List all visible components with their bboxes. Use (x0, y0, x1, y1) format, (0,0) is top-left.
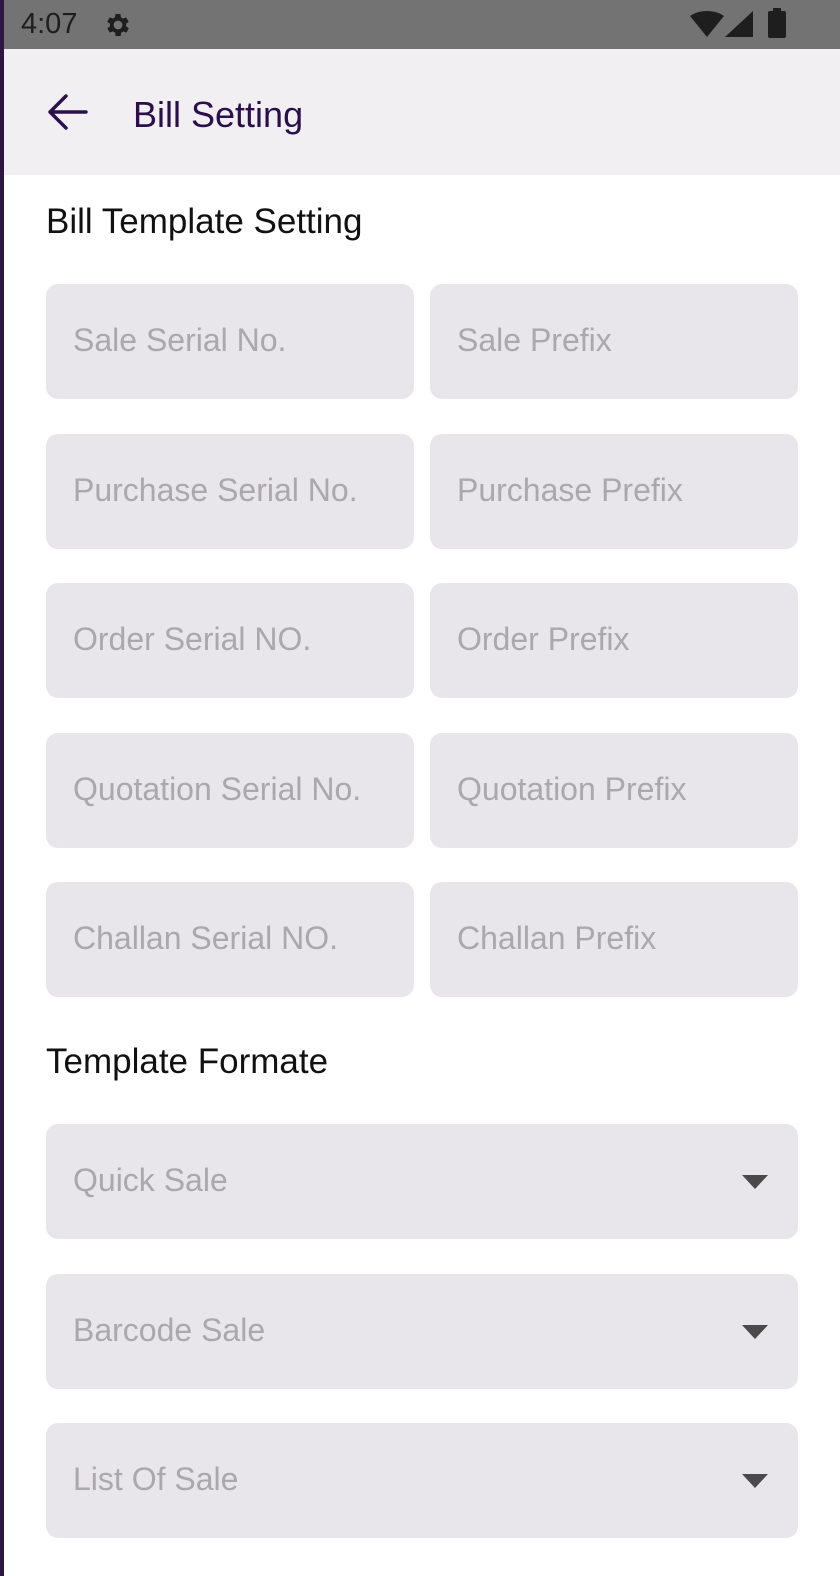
order-serial-input[interactable]: Order Serial NO. (46, 583, 414, 698)
order-prefix-placeholder: Order Prefix (457, 621, 630, 657)
caret-down-icon (742, 1325, 768, 1339)
wifi-icon (690, 11, 724, 37)
template-format-heading: Template Formate (46, 1042, 329, 1081)
bill-template-heading: Bill Template Setting (46, 202, 363, 241)
challan-serial-placeholder: Challan Serial NO. (73, 920, 338, 956)
gear-icon (107, 14, 129, 36)
barcode-sale-dropdown[interactable]: Barcode Sale (46, 1274, 798, 1389)
arrow-left-icon[interactable] (46, 93, 88, 131)
window-edge (0, 0, 4, 1576)
sale-prefix-input[interactable]: Sale Prefix (430, 284, 798, 399)
quotation-serial-input[interactable]: Quotation Serial No. (46, 733, 414, 848)
caret-down-icon (742, 1474, 768, 1488)
challan-prefix-input[interactable]: Challan Prefix (430, 882, 798, 997)
status-time: 4:07 (21, 8, 78, 40)
screen: 4:07 Bill Setting Bill Template Setting … (0, 0, 840, 1576)
purchase-serial-placeholder: Purchase Serial No. (73, 472, 358, 508)
battery-icon (768, 8, 786, 38)
status-bar: 4:07 (4, 0, 840, 49)
app-bar: Bill Setting (4, 49, 840, 175)
order-serial-placeholder: Order Serial NO. (73, 621, 312, 657)
quotation-prefix-placeholder: Quotation Prefix (457, 771, 687, 807)
page-title: Bill Setting (133, 94, 304, 135)
order-prefix-input[interactable]: Order Prefix (430, 583, 798, 698)
challan-serial-input[interactable]: Challan Serial NO. (46, 882, 414, 997)
purchase-prefix-input[interactable]: Purchase Prefix (430, 434, 798, 549)
purchase-serial-input[interactable]: Purchase Serial No. (46, 434, 414, 549)
purchase-prefix-placeholder: Purchase Prefix (457, 472, 683, 508)
caret-down-icon (742, 1175, 768, 1189)
signal-icon (725, 11, 753, 37)
sale-serial-placeholder: Sale Serial No. (73, 322, 287, 358)
quotation-serial-placeholder: Quotation Serial No. (73, 771, 362, 807)
challan-prefix-placeholder: Challan Prefix (457, 920, 657, 956)
barcode-sale-label: Barcode Sale (73, 1312, 266, 1348)
quick-sale-label: Quick Sale (73, 1162, 228, 1198)
list-of-sale-dropdown[interactable]: List Of Sale (46, 1423, 798, 1538)
quick-sale-dropdown[interactable]: Quick Sale (46, 1124, 798, 1239)
sale-serial-input[interactable]: Sale Serial No. (46, 284, 414, 399)
list-of-sale-label: List Of Sale (73, 1461, 239, 1497)
sale-prefix-placeholder: Sale Prefix (457, 322, 612, 358)
quotation-prefix-input[interactable]: Quotation Prefix (430, 733, 798, 848)
